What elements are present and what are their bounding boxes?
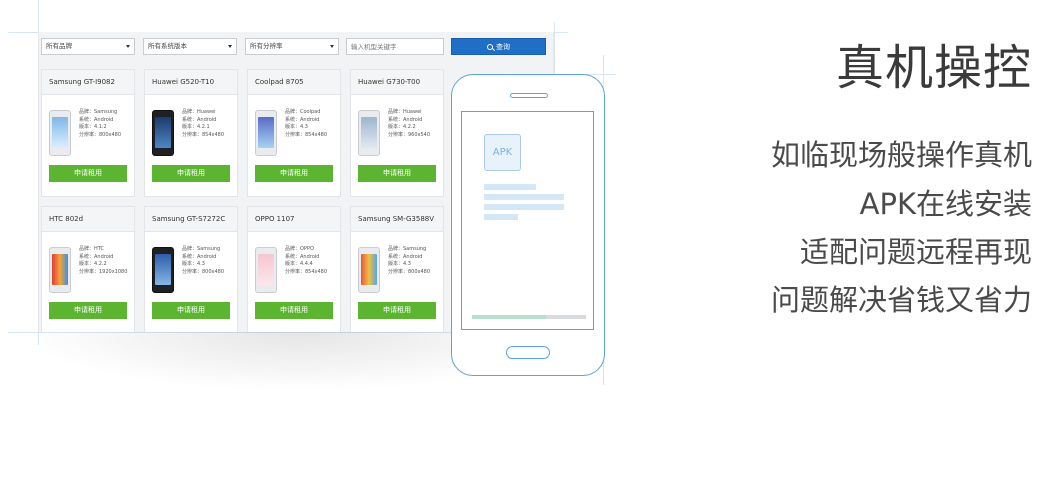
placeholder-line [484,204,564,210]
spec-version: 版本：4.1.2 [79,124,107,131]
spec-brand: 品牌：Huawei [182,109,216,115]
apply-rent-button[interactable]: 申请租用 [49,165,127,182]
feature-line: 适配问题远程再现 [799,235,1032,269]
phone-screen: APK [461,111,594,330]
placeholder-line [484,184,536,190]
os-version-select[interactable]: 所有系统版本 [143,38,237,55]
device-photo [49,247,71,293]
spec-resolution: 分辨率：800x480 [79,131,122,138]
device-name: Huawei G520-T10 [145,70,237,95]
device-photo [49,110,71,156]
search-icon [487,43,493,50]
apply-rent-button[interactable]: 申请租用 [49,302,127,319]
device-specs: 品牌：Samsung 系统：Android 版本：4.1.2 分辨率：800x4… [79,109,121,139]
device-name: Samsung GT-I9082 [42,70,134,95]
apply-rent-button[interactable]: 申请租用 [255,302,333,319]
feature-line: 如临现场般操作真机 [770,138,1032,172]
spec-version: 版本：4.3 [388,261,411,268]
chevron-down-icon [228,45,232,48]
device-card: Huawei G520-T10 品牌：Huawei 系统：Android 版本：… [144,69,238,197]
phone-speaker [510,93,548,98]
spec-version: 版本：4.2.2 [79,261,107,268]
apply-rent-button[interactable]: 申请租用 [358,165,436,182]
brand-select[interactable]: 所有品牌 [41,38,135,55]
spec-version: 版本：4.2.2 [388,124,416,131]
spec-brand: 品牌：Coolpad [285,109,321,115]
spec-resolution: 分辨率：1920x1080 [79,268,128,275]
spec-version: 版本：4.2.1 [182,124,210,131]
device-card: Samsung SM-G3588V 品牌：Samsung 系统：Android … [350,206,444,332]
resolution-select[interactable]: 所有分辨率 [245,38,339,55]
spec-brand: 品牌：Samsung [79,109,118,115]
apply-rent-button[interactable]: 申请租用 [358,302,436,319]
device-card: Samsung GT-S7272C 品牌：Samsung 系统：Android … [144,206,238,332]
device-card: Huawei G730-T00 品牌：Huawei 系统：Android 版本：… [350,69,444,197]
device-photo [255,110,277,156]
device-photo [152,110,174,156]
spec-resolution: 分辨率：854x480 [285,268,328,275]
spec-resolution: 分辨率：800x480 [388,268,431,275]
spec-brand: 品牌：HTC [79,246,105,252]
chevron-down-icon [330,45,334,48]
device-name: Samsung GT-S7272C [145,207,237,232]
device-card: Samsung GT-I9082 品牌：Samsung 系统：Android 版… [41,69,135,197]
filter-bar: 所有品牌 所有系统版本 所有分辨率 查询 [39,38,553,56]
spec-brand: 品牌：Huawei [388,109,422,115]
search-input[interactable] [346,38,444,55]
device-card: Coolpad 8705 品牌：Coolpad 系统：Android 版本：4.… [247,69,341,197]
search-button[interactable]: 查询 [451,38,546,55]
device-photo [152,247,174,293]
spec-version: 版本：4.3 [285,124,308,131]
device-specs: 品牌：Samsung 系统：Android 版本：4.3 分辨率：800x480 [182,246,224,276]
spec-resolution: 分辨率：800x480 [182,268,225,275]
apply-rent-button[interactable]: 申请租用 [152,165,230,182]
install-progress-bar [472,315,586,319]
spec-version: 版本：4.4.4 [285,261,313,268]
placeholder-line [484,194,564,200]
spec-brand: 品牌：Samsung [388,246,427,252]
device-specs: 品牌：Huawei 系统：Android 版本：4.2.1 分辨率：854x48… [182,109,224,139]
resolution-select-value: 所有分辨率 [250,42,283,50]
device-name: HTC 802d [42,207,134,232]
device-specs: 品牌：HTC 系统：Android 版本：4.2.2 分辨率：1920x1080 [79,246,127,276]
device-specs: 品牌：Coolpad 系统：Android 版本：4.3 分辨率：854x480 [285,109,327,139]
device-card: HTC 802d 品牌：HTC 系统：Android 版本：4.2.2 分辨率：… [41,206,135,332]
spec-resolution: 分辨率：854x480 [285,131,328,138]
spec-resolution: 分辨率：960x540 [388,131,431,138]
chevron-down-icon [126,45,130,48]
feature-line: 问题解决省钱又省力 [770,283,1032,317]
device-specs: 品牌：Samsung 系统：Android 版本：4.3 分辨率：800x480 [388,246,430,276]
device-name: Samsung SM-G3588V [351,207,443,232]
spec-brand: 品牌：Samsung [182,246,221,252]
headline: 真机操控 [835,40,1032,96]
search-button-label: 查询 [496,43,510,51]
placeholder-line [484,214,518,220]
install-progress-fill [472,315,547,319]
spec-resolution: 分辨率：854x480 [182,131,225,138]
device-name: Huawei G730-T00 [351,70,443,95]
device-card: OPPO 1107 品牌：OPPO 系统：Android 版本：4.4.4 分辨… [247,206,341,332]
apply-rent-button[interactable]: 申请租用 [152,302,230,319]
spec-version: 版本：4.3 [182,261,205,268]
device-specs: 品牌：Huawei 系统：Android 版本：4.2.2 分辨率：960x54… [388,109,430,139]
os-version-select-value: 所有系统版本 [148,42,187,50]
apk-icon: APK [484,134,521,171]
home-button [506,346,550,359]
device-name: Coolpad 8705 [248,70,340,95]
device-photo [255,247,277,293]
phone-illustration: APK [451,74,605,376]
device-photo [358,247,380,293]
device-specs: 品牌：OPPO 系统：Android 版本：4.4.4 分辨率：854x480 [285,246,327,276]
device-photo [358,110,380,156]
spec-brand: 品牌：OPPO [285,246,314,252]
device-name: OPPO 1107 [248,207,340,232]
apply-rent-button[interactable]: 申请租用 [255,165,333,182]
brand-select-value: 所有品牌 [46,42,72,50]
feature-line: APK在线安装 [859,187,1032,221]
